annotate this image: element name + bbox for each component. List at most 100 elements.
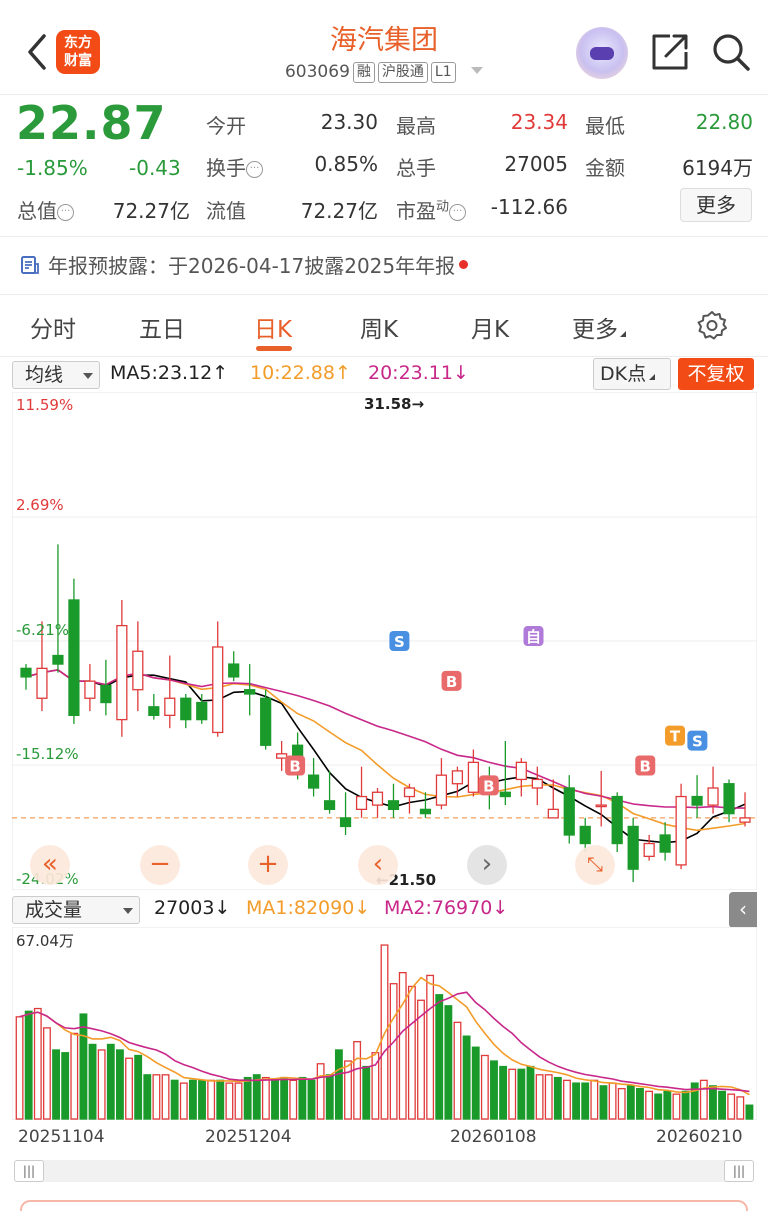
fullscreen-icon[interactable]: ⤡ <box>575 845 615 885</box>
volume-bar <box>143 1074 152 1120</box>
search-icon[interactable] <box>711 32 751 72</box>
candle-body <box>515 761 527 781</box>
corner-triangle-icon <box>620 331 626 337</box>
report-notice[interactable]: 年报预披露：于2026-04-17披露2025年年报 <box>20 250 469 279</box>
volume-value: 27005 <box>504 152 568 176</box>
volume-bar <box>590 1079 599 1120</box>
adjust-button[interactable]: 不复权 <box>678 358 754 390</box>
volume-bar <box>325 1074 334 1120</box>
more-quote-button[interactable]: 更多 <box>680 188 752 222</box>
volume-chart[interactable] <box>12 927 757 1120</box>
notice-text: 年报预披露：于2026-04-17披露2025年年报 <box>48 254 456 278</box>
next-button[interactable]: › <box>467 845 507 885</box>
volume-bar <box>298 1076 307 1120</box>
volume-bar <box>517 1068 526 1120</box>
volume-bar <box>52 1049 60 1120</box>
candle-body <box>419 808 432 815</box>
candle-body <box>611 795 623 845</box>
chevron-down-icon[interactable] <box>471 67 484 74</box>
change-amount: -0.43 <box>129 156 181 180</box>
margin-tag: 融 <box>352 62 375 83</box>
candle-body <box>339 817 352 828</box>
candle-body <box>723 783 735 815</box>
range-handle-left[interactable]: ||| <box>14 1160 44 1182</box>
candle-body <box>371 791 384 806</box>
tab-monthly-k[interactable]: 月K <box>471 310 509 344</box>
range-scrollbar[interactable] <box>14 1160 754 1182</box>
connect-tag: 沪股通 <box>377 62 428 83</box>
volume-bar <box>645 1090 654 1120</box>
volume-bar <box>480 1054 489 1120</box>
volume-bar <box>42 1027 51 1120</box>
open-label: 今开 <box>206 114 246 138</box>
prev-button[interactable]: ‹ <box>358 845 398 885</box>
volume-bar <box>252 1074 261 1120</box>
tab-daily-k[interactable]: 日K <box>254 310 292 344</box>
volume-bar <box>88 1043 97 1120</box>
volume-bar <box>535 1074 544 1120</box>
volume-bar <box>572 1082 581 1120</box>
info-icon[interactable]: ··· <box>449 204 467 221</box>
market-cap-label: 总值 ··· <box>17 195 74 224</box>
current-price: 22.87 <box>16 96 167 150</box>
y-label: -6.21% <box>16 621 70 639</box>
volume-bar <box>553 1076 562 1120</box>
zoom-in-button[interactable]: + <box>248 845 288 885</box>
volume-bar <box>681 1090 690 1120</box>
volume-bar <box>198 1079 206 1120</box>
active-tab-indicator <box>256 346 292 351</box>
collapse-side-icon[interactable]: ‹ <box>729 892 757 928</box>
float-cap-label: 流值 <box>206 199 246 223</box>
volume-bar <box>24 1010 33 1120</box>
indicator-dropdown[interactable]: 均线 <box>12 361 100 389</box>
tab-five-day[interactable]: 五日 <box>139 310 185 344</box>
volume-bar <box>225 1082 234 1120</box>
dropdown-arrow-icon <box>123 908 133 914</box>
info-icon[interactable]: ··· <box>57 204 74 221</box>
gear-icon[interactable] <box>696 309 728 341</box>
candle-body <box>132 650 144 691</box>
divider <box>0 356 768 357</box>
pe-value: -112.66 <box>490 195 568 219</box>
float-cap-value: 72.27亿 <box>300 199 378 223</box>
volume-bar <box>636 1087 644 1120</box>
vol-ma2-readout: MA2:76970↓ <box>384 897 509 919</box>
volume-bar <box>115 1049 124 1120</box>
divider <box>0 294 768 295</box>
tab-weekly-k[interactable]: 周K <box>360 310 398 344</box>
zoom-out-button[interactable]: − <box>140 845 180 885</box>
volume-indicator-dropdown[interactable]: 成交量 <box>12 896 140 924</box>
share-icon[interactable] <box>650 32 690 72</box>
volume-bar <box>152 1074 161 1120</box>
volume-bar <box>699 1079 708 1120</box>
dk-point-button[interactable]: DK点 <box>593 358 671 390</box>
date-label: 20251204 <box>205 1127 292 1147</box>
volume-bar <box>426 974 435 1120</box>
candle-body <box>148 706 160 717</box>
tab-intraday[interactable]: 分时 <box>30 310 76 344</box>
rewind-button[interactable]: « <box>30 845 70 885</box>
candlestick-chart[interactable]: SBB自BBT S <box>12 392 757 890</box>
range-handle-right[interactable]: ||| <box>724 1160 754 1182</box>
candle-body <box>547 808 559 819</box>
signal-label: S <box>692 733 703 751</box>
candle-body <box>675 795 687 866</box>
assistant-avatar[interactable] <box>576 27 628 79</box>
tab-more[interactable]: 更多 <box>572 310 626 344</box>
candle-body <box>36 667 48 699</box>
candle-body <box>212 646 224 734</box>
volume-max-label: 67.04万 <box>16 932 74 950</box>
dropdown-arrow-icon <box>83 373 93 379</box>
unread-dot <box>459 260 469 269</box>
y-label-top: 11.59% <box>16 396 74 414</box>
volume-bar <box>70 1032 79 1120</box>
signal-label: 自 <box>526 628 541 646</box>
candle-body <box>244 689 256 695</box>
info-icon[interactable]: ··· <box>246 161 263 178</box>
volume-bar <box>188 1079 197 1120</box>
high-value: 23.34 <box>510 110 568 134</box>
volume-bar <box>581 1082 590 1120</box>
candle-body <box>579 825 591 845</box>
volume-bar <box>97 1049 106 1120</box>
ma20-readout: 20:23.11↓ <box>368 362 469 384</box>
